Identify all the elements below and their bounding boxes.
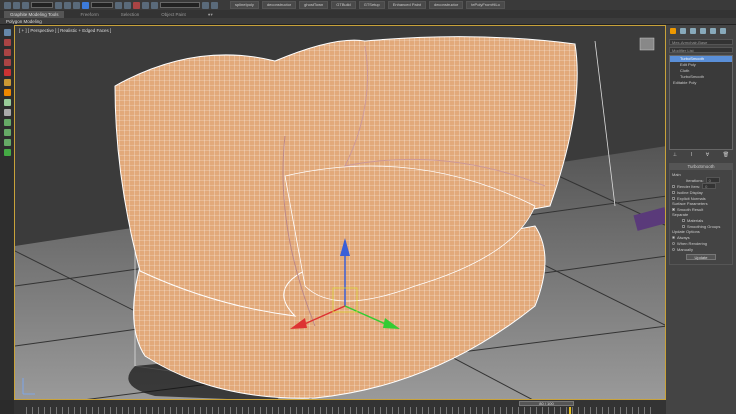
select-icon[interactable] [55,1,62,9]
tool-icon[interactable] [3,149,11,156]
tab-selection[interactable]: Selection [115,11,146,18]
make-unique-icon[interactable]: ∀ [706,152,709,160]
timeline-ruler[interactable] [26,407,656,414]
motion-tab-icon[interactable] [700,28,706,34]
smooth-result-label: Smooth Result [677,206,704,212]
tool-icon[interactable] [3,29,11,36]
extension-button[interactable]: splineIpoly [230,1,259,9]
command-panel-tabs [666,25,736,37]
ribbon-options-icon[interactable]: ●▾ [202,11,219,18]
render-iters-checkbox[interactable] [672,184,675,188]
perspective-viewport[interactable]: [ + ] [ Perspective ] [ Realistic + Edge… [14,25,666,400]
extension-button[interactable]: GTBuild [331,1,356,9]
tool-icon[interactable] [3,39,11,46]
modifier-list-dropdown[interactable]: Modifier List [669,47,733,53]
scene-render [15,26,665,399]
extension-button[interactable]: GTSetup [358,1,385,9]
ribbon-tabs: Graphite Modeling Tools Freeform Selecti… [0,10,736,18]
schematic-icon[interactable] [211,1,218,9]
isoline-checkbox[interactable] [672,190,675,194]
rollout-title[interactable]: TurboSmooth [670,164,732,170]
object-name-field[interactable]: Mex-Armchair-Base [669,39,733,45]
tool-icon[interactable] [3,119,11,126]
when-rendering-label: When Rendering [677,240,708,246]
named-selection-dropdown[interactable] [160,2,200,8]
materials-checkbox[interactable] [682,218,685,222]
snap-icon[interactable] [115,1,122,9]
tool-icon[interactable] [3,79,11,86]
turbosmooth-rollout: TurboSmooth Main Iterations: 0 Render Ite… [669,163,733,265]
tool-icon[interactable] [3,89,11,96]
tool-icon[interactable] [3,109,11,116]
show-end-result-icon[interactable]: I [691,152,692,160]
undo-icon[interactable] [4,1,11,9]
tab-freeform[interactable]: Freeform [74,11,104,18]
utilities-tab-icon[interactable] [720,28,726,34]
extension-button[interactable]: tePolyFromHiLo [466,1,505,9]
tool-icon[interactable] [3,139,11,146]
always-radio[interactable] [672,235,675,239]
render-iters-spinner[interactable]: 0 [702,183,717,189]
stack-controls: ⊥ I ∀ 🗑 [666,152,736,160]
extension-button[interactable]: deconstructor [261,1,297,9]
material-editor-icon[interactable] [133,1,140,9]
delete-icon[interactable] [3,69,11,76]
manually-radio[interactable] [672,247,675,251]
link-icon[interactable] [22,1,29,9]
selection-filter-dropdown[interactable] [31,2,53,8]
tab-object-paint[interactable]: Object Paint [155,11,192,18]
extension-button[interactable]: Enhanced Paint [387,1,426,9]
command-panel: Mex-Armchair-Base Modifier List TurboSmo… [666,25,736,414]
remove-modifier-icon[interactable]: 🗑 [723,152,729,160]
extension-button[interactable]: ghostTown [299,1,329,9]
tab-graphite-modeling-tools[interactable]: Graphite Modeling Tools [4,10,65,18]
render-iters-label: Render Iters: [677,183,701,189]
tool-icon[interactable] [3,129,11,136]
create-tab-icon[interactable] [670,28,676,34]
mirror-icon[interactable] [124,1,131,9]
hierarchy-tab-icon[interactable] [690,28,696,34]
modifier-stack: TurboSmooth Edit Poly Cloth TurboSmooth … [669,55,733,150]
tool-icon[interactable] [3,49,11,56]
when-rendering-radio[interactable] [672,241,675,245]
stack-item-editable-poly[interactable]: Editable Poly [670,80,732,86]
move-icon[interactable] [64,1,71,9]
tab-polygon-modeling[interactable]: Polygon Modeling [0,18,736,25]
render-setup-icon[interactable] [142,1,149,9]
reference-coord-dropdown[interactable] [91,2,113,8]
modify-tab-icon[interactable] [680,28,686,34]
left-tool-strip [0,25,14,400]
update-button[interactable]: Update [686,254,716,260]
current-frame-marker [569,407,571,414]
iterations-label: Iterations: [686,177,704,183]
redo-icon[interactable] [13,1,20,9]
viewport-label[interactable]: [ + ] [ Perspective ] [ Realistic + Edge… [19,28,111,33]
pin-stack-icon[interactable]: ⊥ [673,152,677,160]
curve-editor-icon[interactable] [202,1,209,9]
explicit-normals-checkbox[interactable] [672,196,675,200]
materials-label: Materials [687,217,704,223]
render-icon[interactable] [151,1,158,9]
time-slider[interactable]: 80 / 100 [519,401,574,406]
manually-label: Manually [677,246,694,252]
smooth-result-checkbox[interactable] [672,207,675,211]
display-tab-icon[interactable] [710,28,716,34]
scale-icon[interactable] [82,1,89,9]
rotate-icon[interactable] [73,1,80,9]
smoothing-groups-label: Smoothing Groups [687,223,721,229]
main-toolbar: splineIpoly deconstructor ghostTown GTBuild… [0,0,736,10]
isoline-label: Isoline Display [677,189,703,195]
viewcube-icon [639,37,655,51]
explicit-normals-label: Explicit Normals [677,195,706,201]
tool-icon[interactable] [3,59,11,66]
extension-button[interactable]: deconstructor [428,1,464,9]
smoothing-groups-checkbox[interactable] [682,224,685,228]
tool-icon[interactable] [3,99,11,106]
timeline[interactable]: 80 / 100 [14,400,666,414]
always-label: Always [677,234,690,240]
